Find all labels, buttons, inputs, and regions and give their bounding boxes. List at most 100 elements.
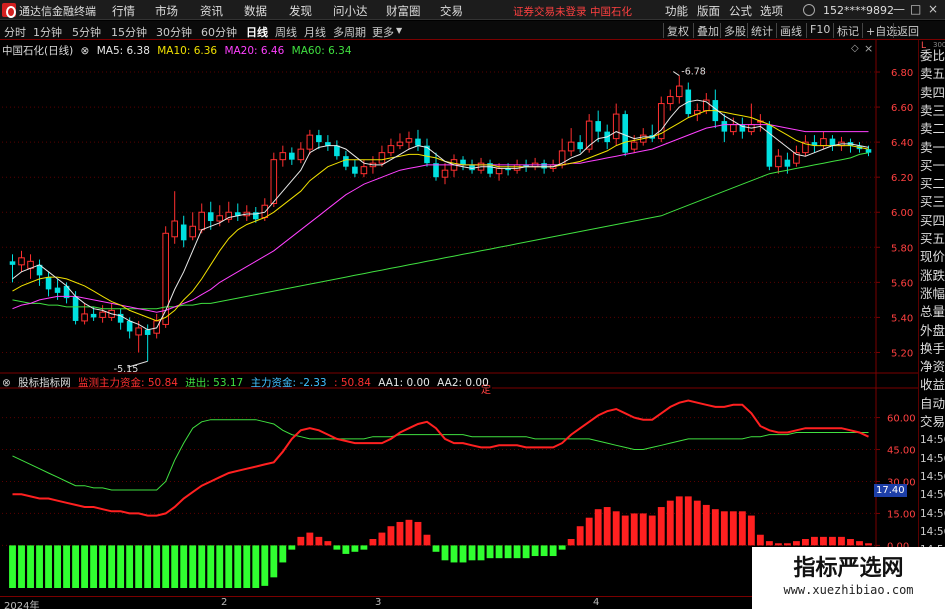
current-stock-tag: 中国石化 xyxy=(590,6,632,18)
menu-item-trade[interactable]: 交易 xyxy=(440,3,463,19)
indicator-bar-negative xyxy=(279,545,287,563)
draw-line-button[interactable]: 画线 xyxy=(776,23,802,38)
price-tick-label: 5.20 xyxy=(891,348,913,359)
maximize-icon[interactable]: □ xyxy=(910,2,921,16)
candle-body-down xyxy=(207,212,214,222)
candle-body-down xyxy=(45,277,52,290)
menu-item-functions[interactable]: 功能 xyxy=(665,3,688,19)
indicator-bar-positive xyxy=(711,509,719,546)
menu-item-wealth-circle[interactable]: 财富圈 xyxy=(386,3,421,19)
candle-body-down xyxy=(829,138,836,146)
indicator-bar-positive xyxy=(865,543,872,546)
candle-body-down xyxy=(424,145,430,164)
indicator-bar-negative xyxy=(540,545,548,557)
candle-body-up xyxy=(18,257,25,266)
chevron-down-icon[interactable]: ▼ xyxy=(396,26,402,35)
menu-item-ask[interactable]: 问小达 xyxy=(333,3,368,19)
menu-item-market[interactable]: 市场 xyxy=(155,3,178,19)
overlay-button[interactable]: 叠加 xyxy=(693,23,719,38)
indicator-bar-positive xyxy=(378,532,386,546)
close-icon[interactable]: × xyxy=(928,2,938,16)
x-axis: 2024年 2 3 4 xyxy=(0,596,877,609)
quote-field-9: 买四 xyxy=(920,212,945,228)
candle-body-up xyxy=(567,141,575,152)
x-axis-label: 2024年 xyxy=(4,601,40,609)
indicator-chart xyxy=(9,399,872,588)
indicator-bar-negative xyxy=(81,545,89,588)
tab-30min[interactable]: 30分钟 xyxy=(156,24,192,40)
chart-area[interactable]: -6.78-5.15定 5.205.405.605.806.006.206.40… xyxy=(0,40,918,596)
adjust-price-button[interactable]: 复权 xyxy=(663,23,689,38)
indicator-bar-positive xyxy=(829,536,836,546)
menu-item-quotes[interactable]: 行情 xyxy=(112,3,135,19)
tab-5min[interactable]: 5分钟 xyxy=(72,24,101,40)
indicator-extra-label: : 50.84 xyxy=(333,377,371,389)
indicator-bar-negative xyxy=(216,545,224,588)
tab-more[interactable]: 更多 xyxy=(372,24,394,40)
indicator-bar-negative xyxy=(108,545,116,588)
menu-item-news[interactable]: 资讯 xyxy=(200,3,223,19)
tab-daily[interactable]: 日线 xyxy=(246,24,268,40)
indicator-red-line xyxy=(12,399,869,517)
tab-60min[interactable]: 60分钟 xyxy=(201,24,237,40)
indicator-bar-negative xyxy=(261,545,269,586)
indicator-toggle-icon[interactable]: ⊗ xyxy=(81,45,90,57)
ma10-label: MA10: 6.36 xyxy=(157,45,218,57)
indicator-bar-positive xyxy=(702,504,710,546)
candle-body-up xyxy=(387,145,395,154)
menu-item-formula[interactable]: 公式 xyxy=(729,3,752,19)
back-button[interactable]: 返回 xyxy=(893,23,919,38)
menu-item-options[interactable]: 选项 xyxy=(760,3,783,19)
indicator-aa2-label: AA2: 0.00 xyxy=(437,377,489,389)
price-tick-label: 5.40 xyxy=(891,313,913,324)
panel-close-icon[interactable]: × xyxy=(864,42,873,55)
indicator-bar-negative xyxy=(558,545,566,550)
price-tick-label: 5.60 xyxy=(891,278,913,289)
menu-item-data[interactable]: 数据 xyxy=(244,3,267,19)
tab-1min[interactable]: 1分钟 xyxy=(33,24,62,40)
tab-monthly[interactable]: 月线 xyxy=(304,24,326,40)
mark-button[interactable]: 标记 xyxy=(833,23,859,38)
watermark-badge: 指标严选网 www.xuezhibiao.com xyxy=(752,547,945,609)
candle-body-up xyxy=(630,141,638,150)
quote-field-22: 14:56 xyxy=(920,452,945,465)
tab-weekly[interactable]: 周线 xyxy=(275,24,297,40)
statistics-button[interactable]: 统计 xyxy=(747,23,773,38)
x-axis-label: 4 xyxy=(593,597,600,608)
add-watchlist-button[interactable]: +自选 xyxy=(862,23,897,38)
user-icon[interactable] xyxy=(803,4,815,16)
indicator-bar-positive xyxy=(423,534,431,546)
indicator-bar-positive xyxy=(630,513,638,546)
indicator-bar-positive xyxy=(297,536,305,546)
quote-field-19: 自动 xyxy=(920,395,945,411)
indicator-bar-positive xyxy=(396,521,404,546)
indicator-settings-icon[interactable]: ⊗ xyxy=(2,377,11,389)
indicator-bar-positive xyxy=(792,541,800,546)
panel-lock-icon[interactable]: ◇ xyxy=(851,43,859,54)
quote-field-4: 卖二 xyxy=(920,121,945,137)
trade-login-warning[interactable]: 证券交易未登录 xyxy=(513,4,587,19)
f10-button[interactable]: F10 xyxy=(806,23,830,38)
indicator-bar-positive xyxy=(585,517,593,546)
menu-item-layout[interactable]: 版面 xyxy=(697,3,720,19)
indicator-bar-negative xyxy=(243,545,251,588)
indicator-bar-negative xyxy=(126,545,134,588)
tab-multi-period[interactable]: 多周期 xyxy=(333,24,366,40)
indicator-bar-positive xyxy=(603,507,611,546)
candle-body-down xyxy=(577,142,583,150)
account-id[interactable]: 152****9892 xyxy=(823,4,894,17)
candle-body-up xyxy=(270,159,278,204)
tab-15min[interactable]: 15分钟 xyxy=(111,24,147,40)
menu-item-discover[interactable]: 发现 xyxy=(289,3,312,19)
quote-field-17: 净资 xyxy=(920,359,945,375)
indicator-green-line xyxy=(12,419,869,491)
indicator-bar-positive xyxy=(729,511,737,546)
quote-field-13: 涨幅 xyxy=(920,285,945,301)
minimize-icon[interactable]: — xyxy=(893,2,905,16)
indicator-title[interactable]: 股标指标网 xyxy=(18,377,71,389)
indicator-bar-positive xyxy=(720,511,728,546)
indicator-bar-positive xyxy=(414,521,422,546)
candle-body-up xyxy=(216,215,224,222)
tab-intraday[interactable]: 分时 xyxy=(4,24,26,40)
multi-stock-button[interactable]: 多股 xyxy=(720,23,746,38)
